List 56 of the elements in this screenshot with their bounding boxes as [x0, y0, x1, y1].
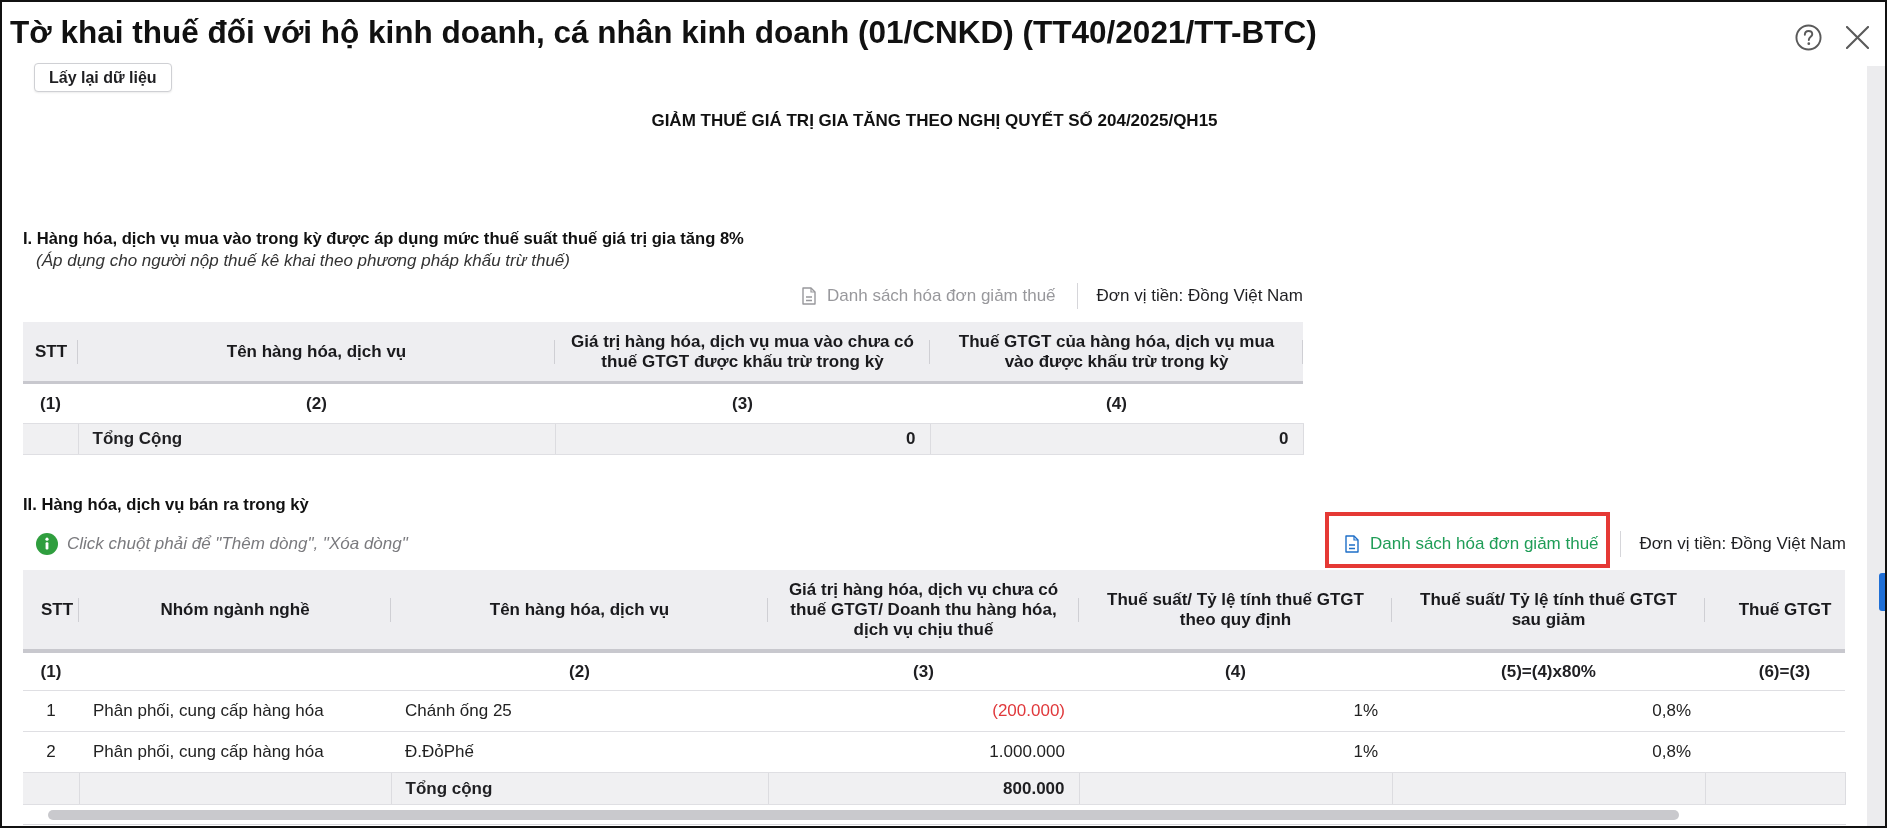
column-header: Thuế suất/ Tỷ lệ tính thuế GTGT sau giảm: [1392, 570, 1705, 651]
form-heading: GIẢM THUẾ GIÁ TRỊ GIA TĂNG THEO NGHỊ QUYẾT SỐ 204/2025/QH15: [650, 111, 1219, 131]
total-value: 800.000: [768, 772, 1079, 805]
table-cell: Đ.ĐỏPhế: [391, 731, 768, 773]
total-label: Tổng cộng: [391, 772, 768, 805]
column-index: (1): [23, 651, 79, 691]
column-index: (4): [930, 382, 1303, 424]
column-index: (2): [78, 382, 555, 424]
horizontal-scrollbar[interactable]: [48, 809, 1679, 820]
column-header: Giá trị hàng hóa, dịch vụ mua vào chưa có thuế GTGT được khấu trừ trong kỳ: [555, 322, 930, 383]
table-cell: 2: [23, 731, 79, 773]
table-cell: 1: [23, 690, 79, 732]
table-cell: Phân phối, cung cấp hàng hóa: [79, 731, 391, 773]
table-cell: Chánh ống 25: [391, 690, 768, 732]
column-header: Giá trị hàng hóa, dịch vụ chưa có thuế GTGT/ Doanh thu hàng hóa, dịch vụ chịu thuế: [768, 570, 1079, 651]
table-cell: 1.000.000: [768, 731, 1079, 773]
table-cell: 1%: [1079, 690, 1392, 732]
vertical-scrollbar[interactable]: [1867, 66, 1885, 826]
total-label: Tổng Cộng: [78, 423, 555, 455]
help-icon[interactable]: [1795, 23, 1822, 51]
column-header: Thuế suất/ Tỷ lệ tính thuế GTGT theo quy định: [1079, 570, 1392, 651]
column-index: (5)=(4)x80%: [1392, 651, 1705, 691]
table-cell: Phân phối, cung cấp hàng hóa: [79, 690, 391, 732]
currency-label: Đơn vị tiền: Đồng Việt Nam: [1639, 534, 1846, 554]
scrollbar-thumb[interactable]: [1879, 573, 1885, 611]
column-header: Nhóm ngành nghề: [79, 570, 391, 651]
column-index: (2): [391, 651, 768, 691]
hint-text: Click chuột phải để "Thêm dòng", "Xóa dòng": [67, 534, 408, 554]
currency-label: Đơn vị tiền: Đồng Việt Nam: [1096, 286, 1303, 306]
total-value: 0: [555, 423, 930, 455]
document-icon: [1345, 535, 1360, 553]
table-cell: 0,8%: [1392, 690, 1705, 732]
table-cell: (200.000): [768, 690, 1079, 732]
section-title: II. Hàng hóa, dịch vụ bán ra trong kỳ: [23, 495, 310, 515]
total-value: 0: [930, 423, 1303, 455]
column-index: (3): [768, 651, 1079, 691]
window-title: Tờ khai thuế đối với hộ kinh doanh, cá nhân kinh doanh (01/CNKD) (TT40/2021/TT-BTC): [10, 14, 1317, 50]
invoice-list-link[interactable]: Danh sách hóa đơn giảm thuế: [1345, 534, 1599, 554]
refresh-data-button[interactable]: Lấy lại dữ liệu: [34, 63, 172, 92]
section-title: I. Hàng hóa, dịch vụ mua vào trong kỳ được áp dụng mức thuế suất thuế giá trị gia tăng 8%: [23, 229, 745, 249]
column-header: Thuế GTGT: [1705, 570, 1845, 651]
close-icon[interactable]: [1846, 25, 1869, 49]
column-header: STT: [23, 322, 78, 383]
section-note: (Áp dụng cho người nộp thuế kê khai theo phương pháp khấu trừ thuế): [35, 251, 571, 271]
table-cell: 0,8%: [1392, 731, 1705, 773]
column-index: (4): [1079, 651, 1392, 691]
column-header: Thuế GTGT của hàng hóa, dịch vụ mua vào được khấu trừ trong kỳ: [930, 322, 1303, 383]
column-index: (3): [555, 382, 930, 424]
column-index: (6)=(3): [1705, 651, 1845, 691]
column-header: Tên hàng hóa, dịch vụ: [78, 322, 555, 383]
column-header: STT: [23, 570, 79, 651]
column-header: Tên hàng hóa, dịch vụ: [391, 570, 768, 651]
column-index: (1): [23, 382, 78, 424]
info-icon: [36, 533, 58, 555]
document-icon: [802, 287, 817, 305]
table-cell: 1%: [1079, 731, 1392, 773]
